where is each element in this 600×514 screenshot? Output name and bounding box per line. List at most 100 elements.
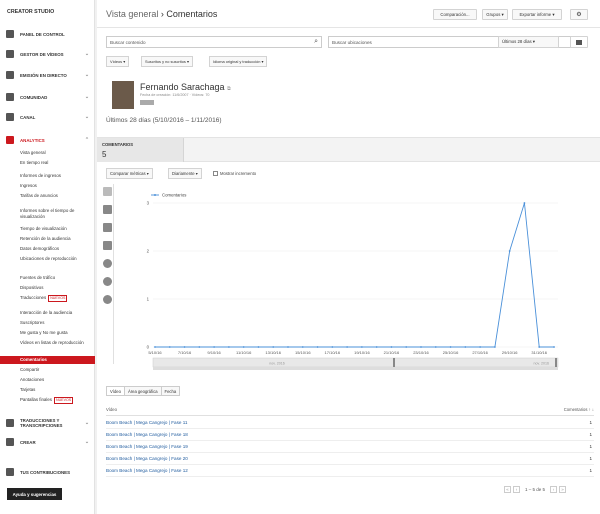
sidebar-subitem[interactable]: Fuentes de tráfico (20, 275, 95, 281)
filter-subscribed[interactable]: Suscritos y no suscritos ▾ (141, 56, 193, 67)
sidebar-item-community[interactable]: COMUNIDAD ⌄ (0, 91, 95, 103)
sidebar-subitem[interactable]: Me gusta y No me gusta (20, 330, 95, 336)
video-link[interactable]: Boom Beach | Mega Cangrejo | Fase 18 (106, 432, 188, 437)
x-tick-label: 29/10/16 (502, 350, 518, 355)
column-comments-sort[interactable]: Comentarios ↑ ↓ (564, 407, 594, 412)
settings-button[interactable]: ⚙ (570, 9, 588, 20)
sidebar-subitem[interactable]: Tarjetas (20, 387, 95, 393)
sidebar-subitem[interactable]: Informes de ingresos (20, 173, 95, 179)
next-page-icon[interactable]: › (550, 485, 558, 493)
sidebar-subitem[interactable]: Vista general (20, 150, 95, 156)
sidebar-subitem[interactable]: Retención de la audiencia (20, 236, 95, 242)
tab-video[interactable]: Vídeo (106, 386, 125, 396)
sidebar-subitem[interactable]: Anotaciones (20, 377, 95, 383)
show-increment-checkbox[interactable]: Mostrar incremento (213, 171, 256, 176)
data-point[interactable] (390, 346, 393, 348)
sidebar-item-contributions[interactable]: TUS CONTRIBUCIONES (0, 466, 95, 478)
help-feedback-button[interactable]: Ayuda y sugerencias (7, 488, 62, 500)
sidebar-subitem[interactable]: Vídeos en listas de reproducción (20, 340, 95, 346)
data-point[interactable] (420, 346, 422, 348)
video-link[interactable]: Boom Beach | Mega Cangrejo | Fase 11 (106, 420, 187, 425)
data-point[interactable] (523, 202, 526, 204)
data-point[interactable] (405, 346, 408, 348)
data-point[interactable] (198, 346, 201, 348)
content-search-input[interactable]: Buscar contenido ⌕ (106, 36, 322, 48)
data-point[interactable] (301, 346, 304, 348)
groups-button[interactable]: Grupos ▾ (482, 9, 508, 20)
sidebar-subitem[interactable]: En tiempo real (20, 160, 95, 166)
compare-metrics-select[interactable]: Comparar métricas ▾ (106, 168, 153, 179)
navigator-handle[interactable] (393, 358, 395, 367)
sidebar-subitem[interactable]: Compartir (20, 367, 95, 373)
sidebar-item-create[interactable]: CREAR ⌄ (0, 436, 95, 448)
x-tick-label: 19/10/16 (354, 350, 370, 355)
sidebar-subitem[interactable]: Dispositivos (20, 285, 95, 291)
sidebar-item-analytics[interactable]: ANALYTICS ⌃ (0, 134, 95, 146)
sidebar-item-dashboard[interactable]: PANEL DE CONTROL (0, 28, 95, 40)
navigator-scrollbar[interactable] (153, 367, 558, 370)
data-point[interactable] (272, 346, 275, 348)
sidebar-subitem[interactable]: Interacción de la audiencia (20, 310, 95, 316)
x-tick-label: 21/10/16 (384, 350, 400, 355)
data-point[interactable] (227, 346, 230, 348)
range-navigator[interactable] (152, 357, 559, 368)
data-point[interactable] (360, 346, 363, 348)
export-report-button[interactable]: Exportar informe ▾ (512, 9, 562, 20)
last-page-icon[interactable]: » (559, 485, 567, 493)
data-point[interactable] (331, 346, 334, 348)
data-point[interactable] (493, 346, 496, 348)
sidebar-item-channel[interactable]: CANAL ⌄ (0, 111, 95, 123)
sidebar-subitem[interactable]: Ubicaciones de reproducción (20, 256, 95, 262)
tab-geography[interactable]: Área geográfica (123, 386, 162, 396)
prev-page-icon[interactable]: ‹ (513, 485, 520, 493)
data-point[interactable] (449, 346, 452, 348)
tab-date[interactable]: Fecha (160, 386, 181, 396)
data-point[interactable] (479, 346, 482, 348)
data-point[interactable] (464, 346, 467, 348)
creator-studio-title[interactable]: CREATOR STUDIO (7, 9, 54, 15)
data-point[interactable] (213, 346, 216, 348)
data-point[interactable] (257, 346, 260, 348)
sidebar-subitem[interactable]: Ingresos (20, 183, 95, 189)
filter-language[interactable]: Idioma original y traducción ▾ (209, 56, 268, 67)
granularity-select[interactable]: Diariamente ▾ (168, 168, 202, 179)
sidebar-subitem-translations[interactable]: Traducciones NUEVOS (20, 295, 95, 302)
first-page-icon[interactable]: « (504, 485, 511, 493)
video-link[interactable]: Boom Beach | Mega Cangrejo | Fase 20 (106, 456, 188, 461)
sidebar-item-video-manager[interactable]: GESTOR DE VÍDEOS ⌄ (0, 48, 95, 60)
metric-card-comments[interactable]: COMENTARIOS 5 (97, 138, 184, 162)
sidebar-subitem[interactable]: Tarifas de anuncios (20, 193, 95, 199)
sidebar-item-live[interactable]: EMISIÓN EN DIRECTO ⌄ (0, 69, 95, 81)
data-point[interactable] (183, 346, 186, 348)
sidebar-subitem-end-screens[interactable]: Pantallas finales NUEVOS (20, 397, 95, 404)
data-point[interactable] (168, 346, 171, 348)
data-point[interactable] (346, 346, 349, 348)
data-point[interactable] (538, 346, 541, 348)
channel-name[interactable]: Fernando Sarachaga ⧉ (140, 82, 231, 92)
video-link[interactable]: Boom Beach | Mega Cangrejo | Fase 12 (106, 468, 188, 473)
sidebar-subitem[interactable]: Datos demográficos (20, 246, 95, 252)
comments-chart[interactable]: 0 1 2 3 Comentarios 5/10/16 7/10/16 9/10/16 11/1… (97, 180, 600, 420)
breadcrumb-overview[interactable]: Vista general (106, 9, 158, 19)
data-point[interactable] (553, 346, 555, 348)
sidebar-subitem[interactable]: Informes sobre el tiempo de visualizació… (20, 208, 95, 219)
series-line-comments[interactable] (155, 202, 554, 348)
data-point[interactable] (287, 346, 289, 348)
data-point[interactable] (242, 346, 245, 348)
sidebar-subitem[interactable]: Tiempo de visualización (20, 226, 95, 232)
data-point[interactable] (316, 346, 319, 348)
navigator-handle[interactable] (555, 358, 557, 367)
date-range-select[interactable]: Últimos 28 días ▾ (498, 36, 559, 48)
compare-button[interactable]: Comparación... (433, 9, 477, 20)
video-link[interactable]: Boom Beach | Mega Cangrejo | Fase 19 (106, 444, 188, 449)
calendar-button[interactable] (570, 36, 588, 48)
sidebar-subitem-comments[interactable]: Comentarios (0, 356, 95, 364)
sidebar-item-translations[interactable]: TRADUCCIONES Y TRANSCRIPCIONES ⌄ (0, 415, 95, 431)
data-point[interactable] (508, 250, 511, 252)
filter-videos[interactable]: Vídeos ▾ (106, 56, 130, 67)
data-point[interactable] (434, 346, 437, 348)
data-point[interactable] (375, 346, 378, 348)
sidebar-subitem[interactable]: Suscriptores (20, 320, 95, 326)
data-point[interactable] (154, 346, 156, 348)
external-link-icon[interactable]: ⧉ (227, 86, 231, 92)
